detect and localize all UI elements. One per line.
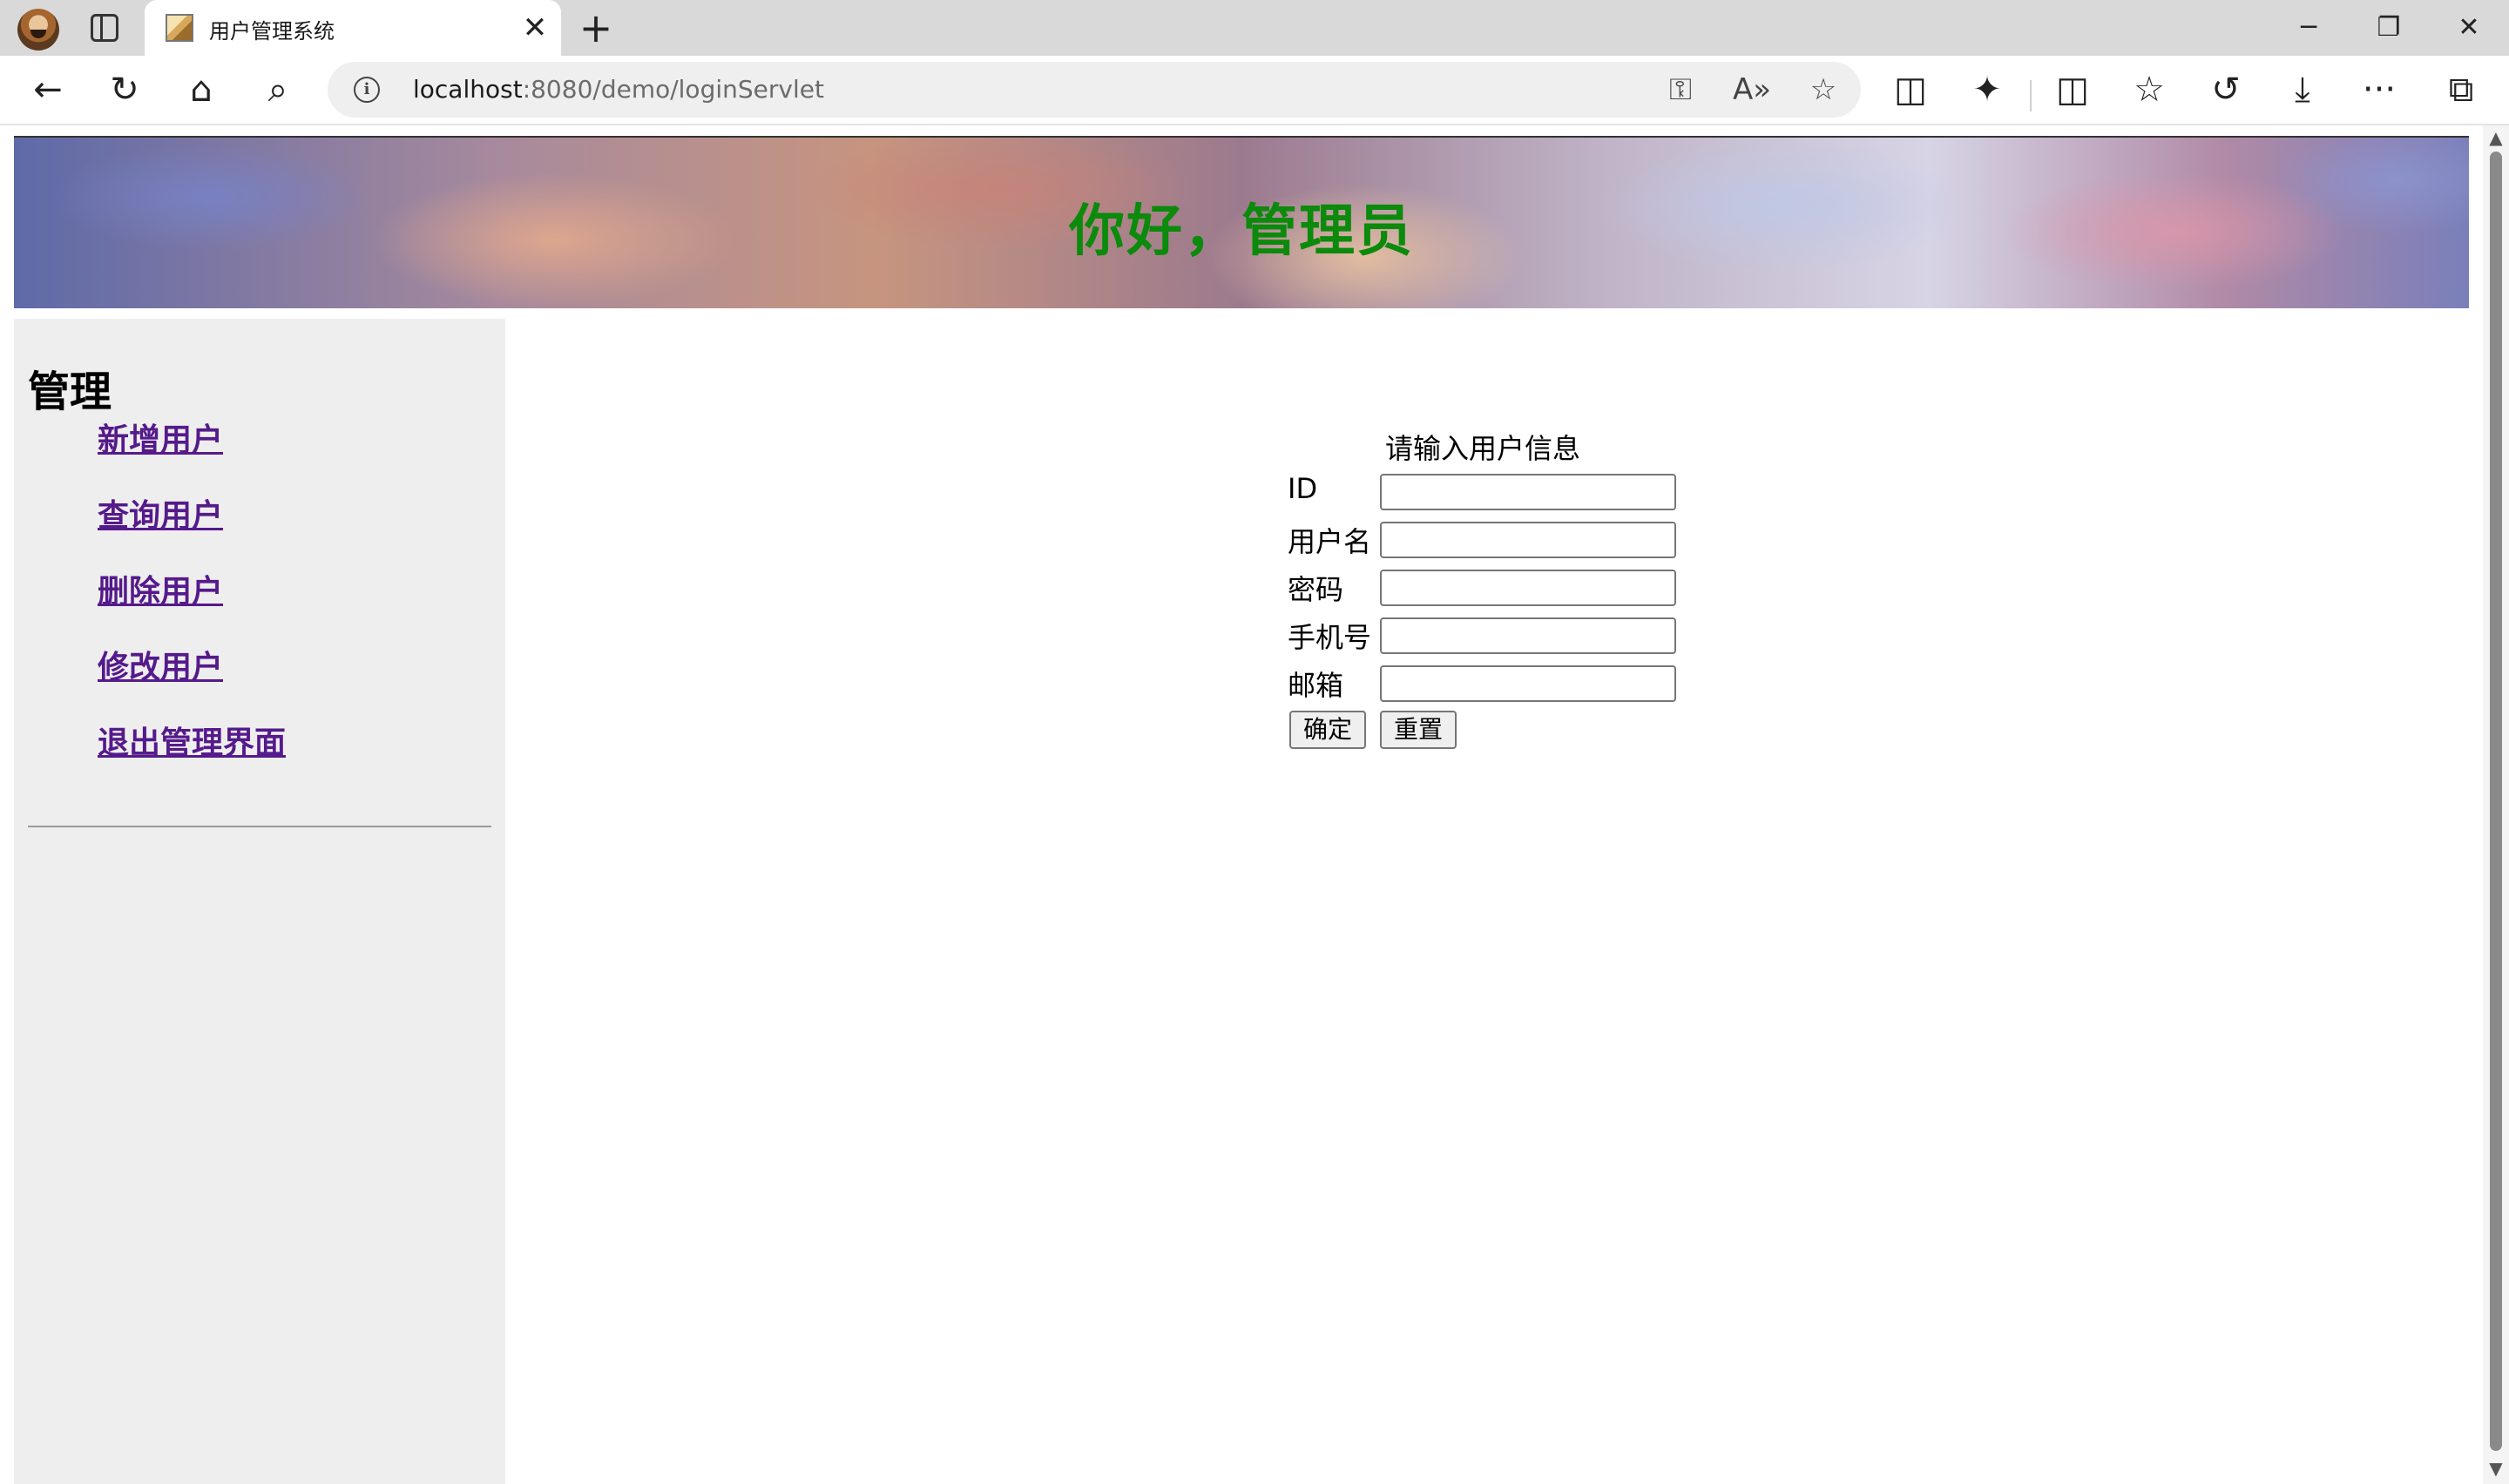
submit-button[interactable]: 确定: [1289, 711, 1367, 749]
history-icon[interactable]: ↺: [2204, 68, 2248, 111]
extensions-icon[interactable]: ✦: [1965, 68, 2009, 111]
phone-input[interactable]: [1380, 617, 1676, 654]
toolbar-separator: [2030, 80, 2032, 111]
browser-tab-bar: 用户管理系统 ✕ + ─ ❐ ✕: [0, 0, 2509, 56]
window-minimize-button[interactable]: ─: [2282, 7, 2335, 49]
password-key-icon[interactable]: ⚿: [1659, 68, 1702, 111]
field-label-username: 用户名: [1288, 525, 1372, 558]
window-close-button[interactable]: ✕: [2443, 7, 2495, 49]
sidebar-title: 管理: [28, 368, 112, 416]
password-input[interactable]: [1380, 570, 1676, 606]
field-label-phone: 手机号: [1288, 621, 1372, 654]
nav-link-add-user[interactable]: 新增用户: [98, 415, 223, 460]
profile-avatar-icon[interactable]: [17, 9, 59, 51]
more-options-icon[interactable]: ···: [2357, 68, 2401, 111]
id-input[interactable]: [1380, 474, 1676, 510]
tab-actions-icon[interactable]: [91, 14, 118, 42]
scroll-down-icon[interactable]: ▼: [2483, 1458, 2509, 1479]
refresh-icon[interactable]: ↻: [103, 68, 146, 111]
nav-link-edit-user[interactable]: 修改用户: [98, 642, 223, 687]
search-icon[interactable]: ⌕: [256, 68, 300, 111]
nav-link-delete-user[interactable]: 删除用户: [98, 566, 223, 611]
field-label-email: 邮箱: [1288, 669, 1344, 702]
home-icon[interactable]: ⌂: [179, 68, 223, 111]
scroll-up-icon[interactable]: ▲: [2483, 127, 2509, 148]
url-path: :8080/demo/loginServlet: [522, 75, 824, 104]
nav-link-query-user[interactable]: 查询用户: [98, 490, 223, 536]
page-viewport: 你好，管理员 管理 新增用户 查询用户 删除用户 修改用户 退出管理界面 请输入…: [0, 125, 2509, 1484]
header-banner: 你好，管理员: [14, 136, 2469, 308]
address-bar[interactable]: i localhost:8080/demo/loginServlet ⚿ A» …: [328, 62, 1861, 118]
browser-toolbar: ← ↻ ⌂ ⌕ i localhost:8080/demo/loginServl…: [0, 56, 2509, 125]
favorites-icon[interactable]: ☆: [2127, 68, 2171, 111]
sidebar-toggle-icon[interactable]: ⧉: [2439, 68, 2483, 111]
tab-title: 用户管理系统: [209, 19, 335, 44]
collections-icon[interactable]: ◫: [1889, 68, 1932, 111]
browser-tab-active[interactable]: 用户管理系统 ✕: [145, 0, 561, 56]
nav-link-logout[interactable]: 退出管理界面: [98, 718, 286, 763]
read-aloud-icon[interactable]: A»: [1730, 68, 1774, 111]
form-caption: 请输入用户信息: [1385, 432, 1581, 465]
url-host: localhost: [413, 75, 523, 104]
tab-close-icon[interactable]: ✕: [519, 10, 551, 45]
scrollbar-thumb[interactable]: [2490, 152, 2502, 1451]
url-text[interactable]: localhost:8080/demo/loginServlet: [413, 75, 824, 104]
username-input[interactable]: [1380, 522, 1676, 558]
vertical-scrollbar[interactable]: ▲ ▼: [2483, 125, 2509, 1484]
back-icon[interactable]: ←: [26, 68, 70, 111]
reset-button[interactable]: 重置: [1380, 711, 1457, 749]
sidebar-divider: [28, 826, 491, 827]
split-screen-icon[interactable]: ◫: [2051, 68, 2094, 111]
field-label-id: ID: [1288, 472, 1318, 505]
site-info-icon[interactable]: i: [354, 77, 380, 103]
downloads-icon[interactable]: ⤓: [2281, 68, 2324, 111]
email-input[interactable]: [1380, 665, 1676, 702]
tab-favicon-icon: [166, 14, 193, 42]
favorite-star-icon[interactable]: ☆: [1802, 68, 1845, 111]
new-tab-button[interactable]: +: [577, 7, 615, 49]
window-restore-button[interactable]: ❐: [2363, 7, 2415, 49]
sidebar: 管理 新增用户 查询用户 删除用户 修改用户 退出管理界面: [14, 319, 505, 1484]
banner-title: 你好，管理员: [1069, 199, 1414, 264]
field-label-password: 密码: [1288, 573, 1344, 606]
